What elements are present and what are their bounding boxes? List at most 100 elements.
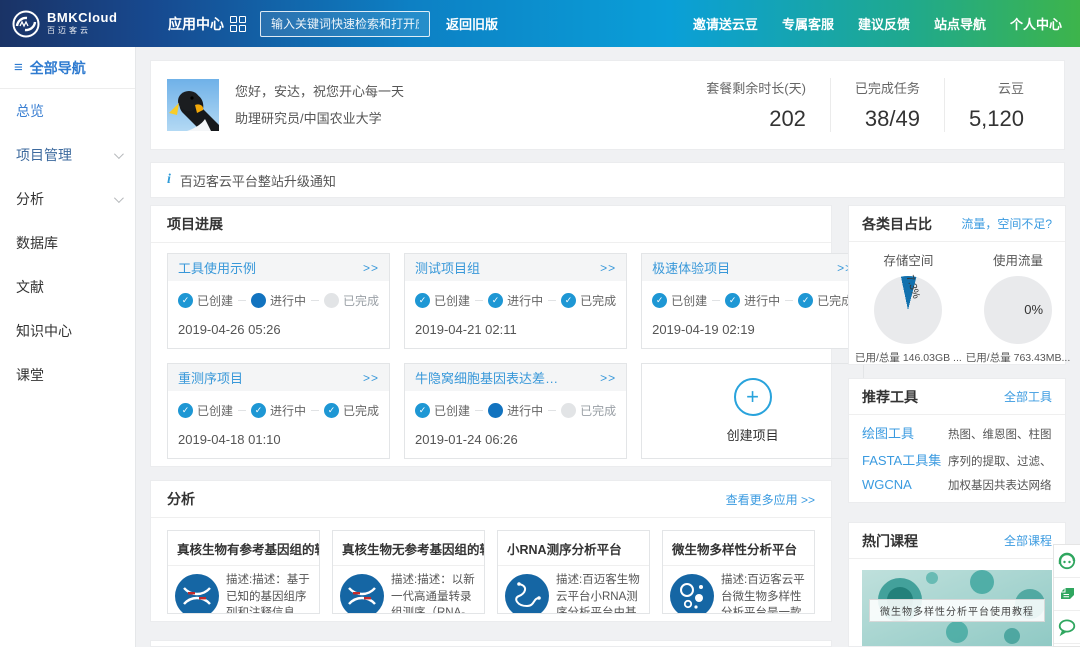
project-date: 2019-01-24 06:26 — [405, 419, 626, 447]
sidebar-item-label: 项目管理 — [16, 145, 72, 165]
sidebar-item-overview[interactable]: 总览 — [0, 89, 135, 133]
project-more-link[interactable]: >> — [363, 371, 379, 385]
user-role-text: 助理研究员/中国农业大学 — [235, 105, 404, 132]
step-done-icon: ✓ — [488, 293, 503, 308]
sidebar-item-label: 分析 — [16, 189, 44, 209]
project-name-link[interactable]: 牛隐窝细胞基因表达差异分... — [415, 368, 565, 387]
app-card-microbial-diversity[interactable]: 微生物多样性分析平台 描述:百迈客云平台微生物多样性分析平台是一款结合... — [662, 530, 815, 614]
view-more-apps-link[interactable]: 查看更多应用 >> — [726, 491, 815, 508]
step-label: 进行中 — [507, 402, 543, 419]
greeting-card: 您好，安达，祝您开心每一天 助理研究员/中国农业大学 套餐剩余时长(天) 202… — [150, 60, 1065, 150]
app-desc: 描述:百迈客生物云平台小RNA测序分析平台由基本分... — [556, 572, 642, 614]
app-card-denovo-transcriptome[interactable]: 真核生物无参考基因组的转录... 描述:描述：以新一代高通量转录组测序（RNA-… — [332, 530, 485, 614]
sidebar-item-database[interactable]: 数据库 — [0, 221, 135, 265]
sidebar-item-label: 课堂 — [16, 365, 44, 385]
headset-icon — [1057, 551, 1077, 571]
navlink-feedback[interactable]: 建议反馈 — [858, 14, 910, 33]
sidebar-item-knowledge-center[interactable]: 知识中心 — [0, 309, 135, 353]
section-title-courses: 热门课程 — [862, 531, 918, 551]
tool-link-plotting[interactable]: 绘图工具 — [862, 423, 948, 442]
step-label: 进行中 — [507, 292, 543, 309]
navlink-sitemap[interactable]: 站点导航 — [934, 14, 986, 33]
app-card-small-rna[interactable]: 小RNA测序分析平台 描述:百迈客生物云平台小RNA测序分析平台由基本分... — [497, 530, 650, 614]
sidebar-item-analysis[interactable]: 分析 — [0, 177, 135, 221]
navlink-personal[interactable]: 个人中心 — [1010, 14, 1062, 33]
app-title: 微生物多样性分析平台 — [663, 531, 814, 566]
all-navigation-label: 全部导航 — [30, 58, 86, 78]
create-project-button[interactable]: + 创建项目 — [641, 363, 864, 459]
step-done-icon: ✓ — [561, 293, 576, 308]
penguin-avatar-image — [167, 79, 219, 131]
project-name-link[interactable]: 极速体验项目 — [652, 258, 730, 277]
hot-courses-section: 热门课程 全部课程 微生物多样性分析平台使用教程 — [848, 522, 1066, 647]
avatar[interactable] — [167, 79, 219, 131]
notice-bar[interactable]: i 百迈客云平台整站升级通知 — [150, 162, 1065, 198]
app-title: 真核生物无参考基因组的转录... — [333, 531, 484, 566]
project-date: 2019-04-18 01:10 — [168, 419, 389, 447]
step-pending-icon — [561, 403, 576, 418]
all-courses-link[interactable]: 全部课程 — [1004, 532, 1052, 549]
section-title-projects: 项目进展 — [167, 214, 223, 234]
brand-logo[interactable]: BMKCloud 百迈客云 — [0, 10, 148, 38]
customer-service-button[interactable] — [1054, 545, 1080, 578]
step-done-icon: ✓ — [725, 293, 740, 308]
sidebar-item-label: 总览 — [16, 101, 44, 121]
step-label: 已完成 — [580, 292, 616, 309]
need-more-quota-link[interactable]: 流量，空间不足? — [961, 215, 1052, 232]
step-label: 进行中 — [744, 292, 780, 309]
logo-title: BMKCloud — [47, 11, 117, 25]
pie-caption: 已用/总量 763.43MB... — [964, 350, 1072, 365]
info-icon: i — [167, 172, 171, 188]
pie-title: 使用流量 — [964, 250, 1072, 269]
app-desc: 描述:百迈客云平台微生物多样性分析平台是一款结合... — [721, 572, 807, 614]
step-done-icon: ✓ — [324, 403, 339, 418]
back-to-old-link[interactable]: 返回旧版 — [446, 14, 498, 33]
app-title: 真核生物有参考基因组的转录... — [168, 531, 319, 566]
analysis-section: 分析 查看更多应用 >> 真核生物有参考基因组的转录... 描述:描述：基于已知… — [150, 480, 832, 622]
feedback-chat-button[interactable] — [1054, 611, 1080, 644]
project-name-link[interactable]: 测试项目组 — [415, 258, 480, 277]
step-label: 已完成 — [580, 402, 616, 419]
stat-completed-tasks: 已完成任务 38/49 — [830, 78, 944, 132]
step-done-icon: ✓ — [178, 403, 193, 418]
stat-label: 云豆 — [969, 78, 1024, 97]
app-center-button[interactable]: 应用中心 — [168, 14, 246, 34]
project-more-link[interactable]: >> — [363, 261, 379, 275]
tool-link-wgcna[interactable]: WGCNA — [862, 477, 948, 492]
course-thumbnail[interactable]: 微生物多样性分析平台使用教程 — [862, 570, 1052, 647]
sidebar-item-label: 数据库 — [16, 233, 58, 253]
dna-icon — [340, 574, 384, 614]
step-connector — [238, 410, 246, 411]
step-label: 进行中 — [270, 402, 306, 419]
stat-value: 38/49 — [855, 106, 920, 132]
project-more-link[interactable]: >> — [600, 371, 616, 385]
sidebar-item-classroom[interactable]: 课堂 — [0, 353, 135, 397]
all-tools-link[interactable]: 全部工具 — [1004, 388, 1052, 405]
tool-desc: 加权基因共表达网络... — [948, 477, 1052, 493]
project-card: 测试项目组 >> ✓已创建 ✓进行中 ✓已完成 2019-04-21 02:11 — [404, 253, 627, 349]
sidebar-item-literature[interactable]: 文献 — [0, 265, 135, 309]
project-name-link[interactable]: 工具使用示例 — [178, 258, 256, 277]
pie-caption: 已用/总量 146.03GB ... — [853, 350, 964, 365]
search-input[interactable] — [260, 11, 430, 37]
tool-row: 绘图工具 热图、维恩图、柱图... — [849, 415, 1065, 442]
sidebar-item-project-management[interactable]: 项目管理 — [0, 133, 135, 177]
project-date: 2019-04-26 05:26 — [168, 309, 389, 337]
tool-link-fasta[interactable]: FASTA工具集 — [862, 450, 948, 469]
navlink-invite[interactable]: 邀请送云豆 — [693, 14, 758, 33]
stat-value: 202 — [706, 106, 806, 132]
rna-icon — [505, 574, 549, 614]
step-label: 已创建 — [671, 292, 707, 309]
storage-pie-block: 存储空间 7.3% 已用/总量 146.03GB ... — [853, 250, 964, 365]
app-desc: 描述:描述：基于已知的基因组序列和注释信息，以新... — [226, 572, 312, 614]
app-card-ref-transcriptome[interactable]: 真核生物有参考基因组的转录... 描述:描述：基于已知的基因组序列和注释信息，以… — [167, 530, 320, 614]
navlink-support[interactable]: 专属客服 — [782, 14, 834, 33]
project-name-link[interactable]: 重测序项目 — [178, 368, 243, 387]
step-done-icon: ✓ — [415, 403, 430, 418]
all-navigation-button[interactable]: ≡ 全部导航 — [0, 47, 135, 89]
section-title-usage: 各类目占比 — [862, 214, 932, 234]
step-label: 已创建 — [197, 402, 233, 419]
project-cards-row-1: 工具使用示例 >> ✓已创建 进行中 已完成 2019-04-26 05:26 … — [151, 243, 831, 459]
manual-button[interactable] — [1054, 578, 1080, 611]
project-more-link[interactable]: >> — [600, 261, 616, 275]
